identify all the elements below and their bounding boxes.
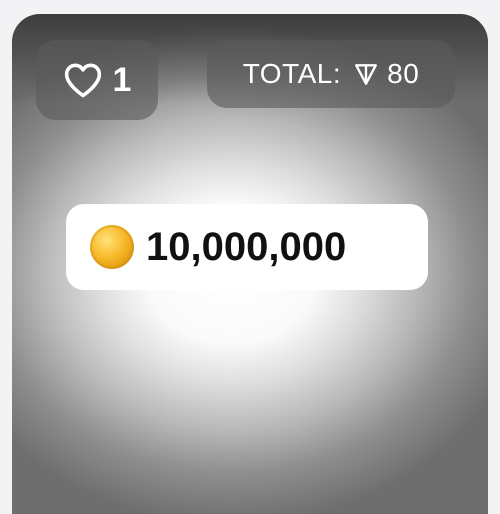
total-label: TOTAL: xyxy=(242,58,342,89)
gold-coin-icon xyxy=(90,225,134,269)
media-card[interactable]: 1 TOTAL: 80 10,000,000 xyxy=(12,14,488,514)
balance-pill: 10,000,000 xyxy=(66,204,428,290)
ton-icon xyxy=(353,61,379,87)
likes-badge[interactable]: 1 xyxy=(36,40,158,120)
balance-amount: 10,000,000 xyxy=(146,224,347,269)
total-value: 80 xyxy=(387,58,420,89)
likes-count: 1 xyxy=(112,60,132,99)
heart-icon[interactable] xyxy=(63,62,103,98)
total-badge: TOTAL: 80 xyxy=(207,40,455,108)
